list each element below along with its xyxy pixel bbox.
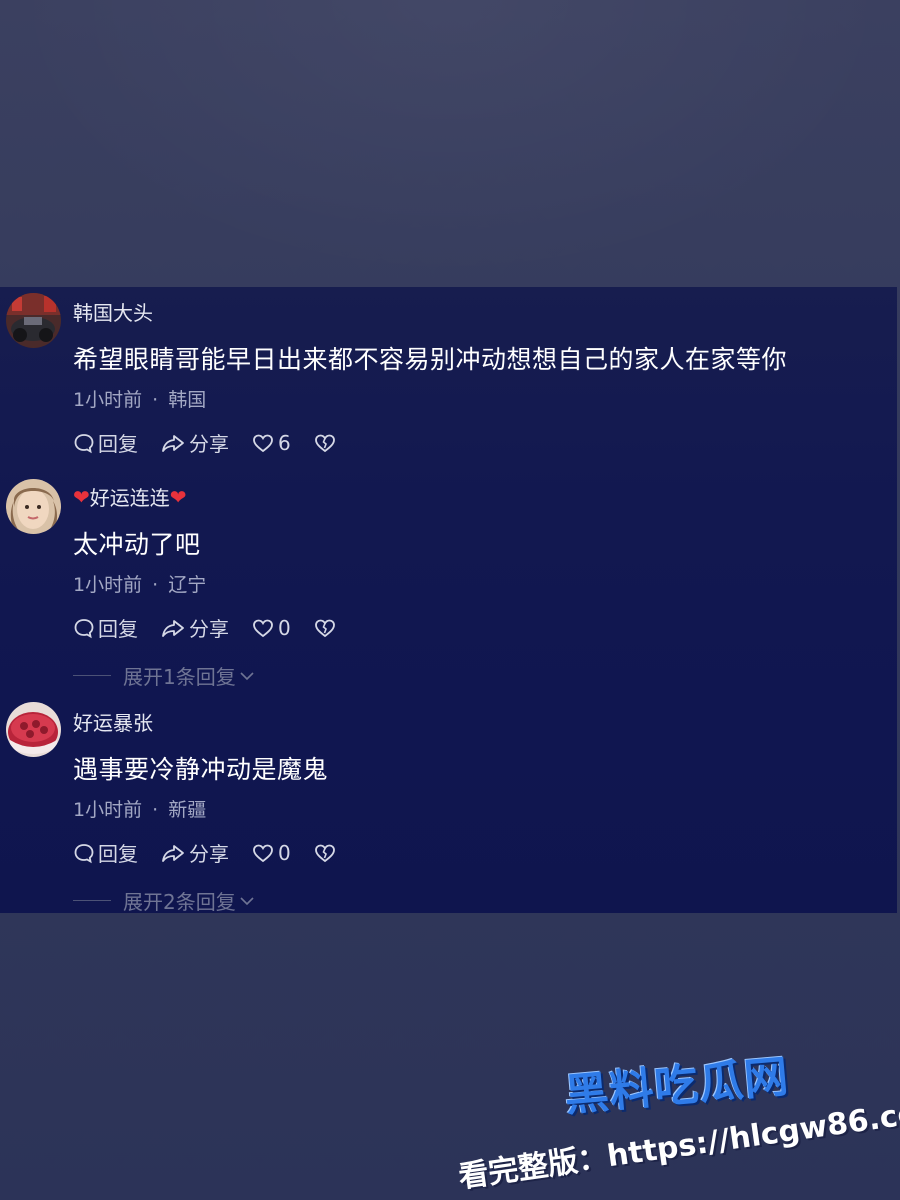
expand-replies-button[interactable]: 展开2条回复	[73, 886, 255, 913]
comment-panel: 韩国大头 希望眼睛哥能早日出来都不容易别冲动想想自己的家人在家等你 1小时前 ·…	[0, 287, 897, 913]
meta-separator: ·	[152, 799, 159, 821]
heart-outline-icon	[253, 434, 273, 452]
comment-text: 希望眼睛哥能早日出来都不容易别冲动想想自己的家人在家等你	[73, 345, 788, 374]
divider-line	[73, 900, 111, 901]
dislike-button[interactable]	[313, 617, 340, 639]
like-button[interactable]: 6	[251, 431, 291, 455]
comment-actions: 回复 分享 6	[73, 428, 362, 457]
comment-bubble-icon	[74, 433, 94, 453]
background-top	[0, 0, 900, 287]
username[interactable]: ❤ 好运连连 ❤	[73, 482, 187, 511]
share-label: 分享	[189, 842, 229, 866]
comment-meta: 1小时前 · 辽宁	[73, 570, 206, 597]
share-label: 分享	[189, 617, 229, 641]
comment-location: 新疆	[168, 799, 207, 821]
comment-meta: 1小时前 · 韩国	[73, 385, 206, 412]
comment-bubble-icon	[74, 618, 94, 638]
expand-replies-label: 展开2条回复	[123, 890, 236, 913]
username-text: 韩国大头	[73, 301, 153, 325]
comment-meta: 1小时前 · 新疆	[73, 795, 206, 822]
like-count: 6	[278, 430, 291, 455]
avatar[interactable]	[6, 702, 61, 757]
share-button[interactable]: 分享	[160, 838, 229, 867]
like-button[interactable]: 0	[251, 616, 291, 640]
comment-bubble-icon	[74, 843, 94, 863]
comment-time: 1小时前	[73, 799, 143, 821]
reply-label: 回复	[98, 432, 138, 456]
reply-label: 回复	[98, 842, 138, 866]
dislike-button[interactable]	[313, 432, 340, 454]
like-button[interactable]: 0	[251, 841, 291, 865]
meta-separator: ·	[152, 389, 159, 411]
share-label: 分享	[189, 432, 229, 456]
share-arrow-icon	[162, 619, 184, 637]
heart-outline-icon	[253, 844, 273, 862]
comment-time: 1小时前	[73, 389, 143, 411]
reply-button[interactable]: 回复	[73, 838, 138, 867]
share-button[interactable]: 分享	[160, 428, 229, 457]
comment-location: 辽宁	[168, 574, 207, 596]
heart-emoji-icon: ❤	[169, 484, 187, 509]
expand-replies-button[interactable]: 展开1条回复	[73, 661, 255, 690]
reply-button[interactable]: 回复	[73, 613, 138, 642]
like-count: 0	[278, 615, 291, 640]
comment-location: 韩国	[168, 389, 207, 411]
comment-text: 太冲动了吧	[73, 530, 201, 559]
share-button[interactable]: 分享	[160, 613, 229, 642]
share-arrow-icon	[162, 844, 184, 862]
username-text: 好运连连	[89, 486, 170, 510]
meta-separator: ·	[152, 574, 159, 596]
reply-button[interactable]: 回复	[73, 428, 138, 457]
comment-actions: 回复 分享 0	[73, 613, 362, 642]
share-arrow-icon	[162, 434, 184, 452]
comment-text: 遇事要冷静冲动是魔鬼	[73, 755, 329, 784]
chevron-down-icon	[240, 896, 254, 905]
expand-replies-label: 展开1条回复	[123, 665, 236, 689]
broken-heart-icon	[314, 619, 335, 637]
avatar[interactable]	[6, 293, 61, 348]
dislike-button[interactable]	[313, 842, 340, 864]
reply-label: 回复	[98, 617, 138, 641]
comment-time: 1小时前	[73, 574, 143, 596]
watermark: 黑料吃瓜网 看完整版：https://hlcgw86.com	[440, 1030, 900, 1200]
like-count: 0	[278, 840, 291, 865]
comment-actions: 回复 分享 0	[73, 838, 362, 867]
username[interactable]: 好运暴张	[73, 707, 153, 736]
heart-outline-icon	[253, 619, 273, 637]
username[interactable]: 韩国大头	[73, 297, 153, 326]
username-text: 好运暴张	[73, 711, 153, 735]
heart-emoji-icon: ❤	[73, 484, 90, 509]
chevron-down-icon	[240, 671, 254, 680]
avatar[interactable]	[6, 479, 61, 534]
broken-heart-icon	[314, 434, 335, 452]
broken-heart-icon	[314, 844, 335, 862]
divider-line	[73, 675, 111, 676]
